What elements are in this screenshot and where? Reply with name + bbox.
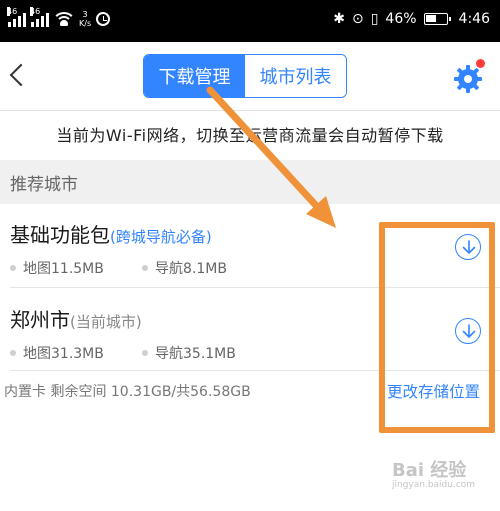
annotation-box <box>379 222 495 433</box>
watermark-url: jingyan.baidu.com <box>392 480 476 490</box>
watermark: Bai 经验 <box>392 460 467 481</box>
